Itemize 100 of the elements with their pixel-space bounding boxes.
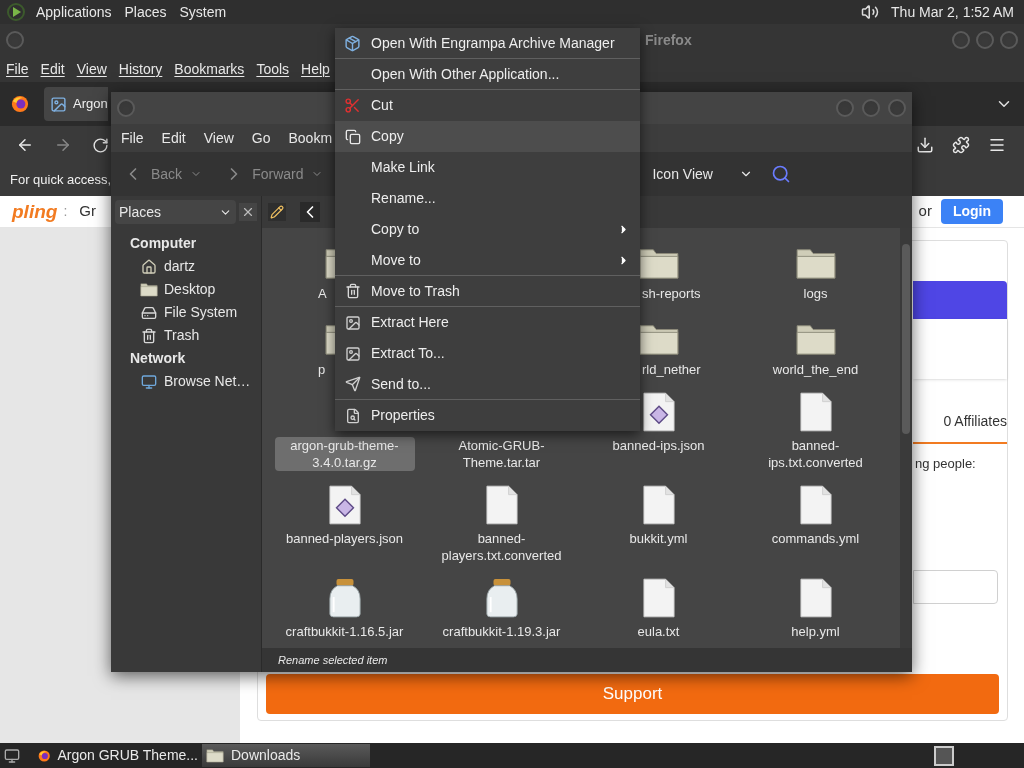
context-menu-item[interactable]: Open With Engrampa Archive Manager (335, 28, 640, 59)
file-icon (642, 578, 675, 618)
context-menu-item[interactable]: Properties (335, 400, 640, 431)
side-pane-dropdown[interactable]: Places (115, 200, 236, 224)
edit-location-icon[interactable] (268, 203, 286, 221)
file-icon (485, 485, 518, 525)
trash-icon (141, 327, 157, 344)
file-name[interactable]: bukkit.yml (625, 530, 692, 547)
menu-item[interactable]: Help (301, 58, 330, 80)
sidebar-item[interactable]: Trash (130, 324, 261, 347)
menu-logo-icon[interactable] (6, 2, 26, 22)
file-name[interactable]: banned-ips.txt.converted (745, 437, 886, 471)
context-menu-item[interactable]: Move to (335, 245, 640, 276)
close-icon[interactable] (239, 203, 257, 221)
pling-logo: pling (12, 202, 58, 221)
sidebar-item[interactable]: File System (130, 301, 261, 324)
menu-icon[interactable] (988, 136, 1006, 154)
file-name[interactable]: eula.txt (633, 623, 684, 640)
login-button[interactable]: Login (940, 199, 1003, 224)
menu-item[interactable]: Bookmarks (174, 58, 245, 80)
menu-item[interactable]: File (121, 127, 144, 149)
file-name[interactable]: world_the_end (768, 361, 863, 378)
bookmarks-hint: For quick access, (10, 171, 112, 190)
file-name[interactable]: argon-grub-theme-3.4.0.tar.gz (274, 437, 415, 471)
drive-icon (141, 304, 157, 321)
file-icon (799, 392, 832, 432)
desktop-folder-icon (140, 282, 158, 297)
tab-favicon-icon (50, 95, 67, 113)
file-name[interactable]: craftbukkit-1.19.3.jar (438, 623, 565, 640)
menu-item[interactable]: Bookm (288, 127, 333, 149)
clock[interactable]: Thu Mar 2, 1:52 AM (891, 1, 1014, 23)
taskbar-button[interactable]: Downloads (202, 744, 370, 767)
file-name[interactable]: banned-ips.json (608, 437, 709, 454)
folder-icon (794, 246, 837, 280)
json-file-icon (642, 392, 675, 432)
file-name[interactable]: help.yml (787, 623, 844, 640)
file-name[interactable]: commands.yml (767, 530, 864, 547)
context-menu-item[interactable]: Move to Trash (335, 276, 640, 307)
context-menu-item[interactable]: Open With Other Application... (335, 59, 640, 90)
file-name[interactable]: craftbukkit-1.16.5.jar (281, 623, 408, 640)
menu-item[interactable]: Go (251, 127, 271, 149)
browser-tab[interactable]: Argon (44, 87, 108, 121)
menu-item[interactable]: File (6, 58, 29, 80)
affiliates-count: 0 Affiliates (943, 412, 1007, 431)
menu-item[interactable]: History (118, 58, 163, 80)
context-menu-item[interactable]: Copy (335, 121, 640, 152)
panel-menu[interactable]: Applications (36, 1, 112, 23)
extensions-icon[interactable] (952, 136, 970, 154)
input-field[interactable] (913, 569, 998, 604)
scrollbar[interactable] (900, 228, 912, 648)
breadcrumb-separator: : (63, 202, 68, 221)
status-text: Rename selected item (278, 652, 388, 668)
search-icon[interactable] (771, 164, 792, 184)
sidebar-item[interactable]: Browse Net… (130, 370, 261, 393)
scroll-left-icon[interactable] (300, 202, 320, 222)
scissors-icon (344, 97, 361, 114)
jar-icon (327, 578, 362, 618)
trash-icon (344, 283, 361, 299)
view-mode-dropdown[interactable]: Icon View (647, 163, 756, 185)
firefox-icon (38, 747, 51, 764)
json-file-icon (328, 485, 361, 525)
context-menu-item[interactable]: Extract To... (335, 338, 640, 369)
sidebar-heading: Network (130, 349, 187, 368)
context-menu-item[interactable]: Rename... (335, 183, 640, 214)
volume-icon[interactable] (861, 3, 880, 21)
menu-item[interactable]: View (76, 58, 107, 80)
extract-icon (344, 345, 361, 362)
context-menu-item[interactable]: Cut (335, 90, 640, 121)
file-name[interactable]: banned-players.txt.converted (431, 530, 572, 564)
file-name[interactable]: p (266, 361, 326, 378)
menu-item[interactable]: Edit (40, 58, 65, 80)
file-name[interactable]: banned-players.json (281, 530, 408, 547)
send-icon (344, 376, 361, 392)
panel-menu[interactable]: System (179, 1, 227, 23)
file-name[interactable]: logs (799, 285, 832, 302)
show-desktop-icon[interactable] (4, 747, 20, 764)
reload-icon[interactable] (92, 136, 109, 154)
download-icon[interactable] (916, 136, 934, 154)
back-icon[interactable] (16, 136, 34, 154)
folder-icon (206, 748, 224, 763)
file-icon (799, 485, 832, 525)
network-icon (141, 373, 157, 390)
taskbar-button[interactable]: Argon GRUB Theme... (34, 744, 202, 767)
sidebar-item[interactable]: dartz (130, 255, 261, 278)
context-menu-item[interactable]: Send to... (335, 369, 640, 400)
menu-item[interactable]: View (203, 127, 234, 149)
file-name[interactable]: A (266, 285, 327, 302)
menu-item[interactable]: Tools (256, 58, 290, 80)
workspace-switcher-icon[interactable] (934, 745, 954, 766)
file-icon (642, 485, 675, 525)
sidebar-item[interactable]: Desktop (130, 278, 261, 301)
context-menu-item[interactable]: Make Link (335, 152, 640, 183)
forward-icon[interactable] (54, 136, 72, 154)
panel-menu[interactable]: Places (124, 1, 167, 23)
context-menu-item[interactable]: Copy to (335, 214, 640, 245)
folder-icon (637, 322, 680, 356)
menu-item[interactable]: Edit (161, 127, 186, 149)
folder-icon (794, 322, 837, 356)
context-menu-item[interactable]: Extract Here (335, 307, 640, 338)
file-name[interactable]: Atomic-GRUB-Theme.tar.tar (431, 437, 572, 471)
